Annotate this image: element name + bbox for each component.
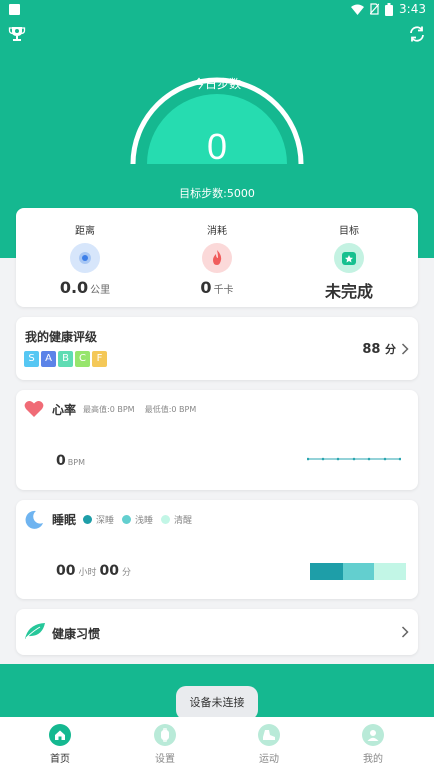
wifi-icon (351, 4, 365, 15)
heart-icon (24, 401, 44, 417)
health-rating-card[interactable]: 我的健康评级 S A B C F 88 分 (16, 317, 418, 380)
tab-label: 首页 (50, 754, 70, 765)
habit-title: 健康习惯 (52, 627, 101, 641)
sleep-legend: 深睡 浅睡 清醒 (83, 513, 196, 526)
distance-value: 0.0 公里 (59, 278, 111, 297)
sleep-title: 睡眠 (52, 513, 77, 527)
stats-card: 距离 0.0 公里 消耗 0 千卡 目标 未完成 (16, 208, 418, 307)
sleep-bar (310, 563, 406, 580)
goal-label: 目标 (339, 226, 359, 237)
no-sim-icon (370, 3, 380, 15)
status-bar: 3:43 (0, 0, 434, 20)
goal-value: 未完成 (324, 282, 373, 301)
gauge-label: 今日步数 (192, 77, 241, 91)
sleep-duration: 00 小时 00 分 (56, 563, 131, 579)
grade-badge: C (75, 351, 90, 367)
device-toast: 设备未连接 (176, 686, 258, 720)
tab-home[interactable]: 首页 (6, 717, 114, 765)
chevron-right-icon (401, 626, 409, 638)
steps-value: 0 (206, 126, 228, 167)
distance-label: 距离 (75, 226, 95, 237)
watch-icon (154, 724, 176, 746)
heart-rate-card[interactable]: 心率 最高值:0 BPM 最低值:0 BPM 0 BPM (16, 390, 418, 490)
calories-value: 0 千卡 (200, 278, 234, 297)
heart-chart (307, 457, 401, 461)
tab-settings[interactable]: 设置 (111, 717, 219, 765)
grade-badge: B (58, 351, 73, 367)
goal-stat: 目标 未完成 (282, 208, 416, 302)
tab-bar: 首页 设置 运动 我的 (0, 717, 434, 772)
moon-icon (25, 510, 43, 529)
flame-icon (202, 243, 232, 273)
target-steps: 目标步数:5000 (179, 187, 255, 200)
leaf-icon (25, 623, 45, 639)
heart-title: 心率 (52, 403, 77, 417)
calories-stat: 消耗 0 千卡 (150, 208, 284, 297)
calories-label: 消耗 (207, 226, 227, 237)
rating-score: 88 分 (362, 342, 396, 357)
distance-stat: 距离 0.0 公里 (18, 208, 152, 297)
status-time: 3:43 (399, 2, 426, 16)
shoe-icon (258, 724, 280, 746)
grade-badge: S (24, 351, 39, 367)
heart-range: 最高值:0 BPM 最低值:0 BPM (83, 405, 197, 414)
health-habits-card[interactable]: 健康习惯 (16, 609, 418, 655)
tab-profile[interactable]: 我的 (319, 717, 427, 765)
tab-label: 运动 (259, 754, 279, 765)
chevron-right-icon (401, 343, 409, 355)
grade-badge: A (41, 351, 56, 367)
heart-value: 0 BPM (56, 453, 85, 469)
grade-badge: F (92, 351, 107, 367)
rating-title: 我的健康评级 (25, 330, 98, 344)
trophy-icon[interactable] (8, 25, 26, 43)
refresh-icon[interactable] (408, 25, 426, 43)
home-icon (49, 724, 71, 746)
battery-icon (385, 2, 394, 16)
tab-label: 我的 (363, 754, 383, 765)
notification-icon (9, 4, 20, 15)
location-icon (70, 243, 100, 273)
tab-exercise[interactable]: 运动 (215, 717, 323, 765)
goal-icon (334, 243, 364, 273)
grade-badges: S A B C F (24, 351, 107, 367)
tab-label: 设置 (155, 754, 175, 765)
user-icon (362, 724, 384, 746)
sleep-card[interactable]: 睡眠 深睡 浅睡 清醒 00 小时 00 分 (16, 500, 418, 599)
